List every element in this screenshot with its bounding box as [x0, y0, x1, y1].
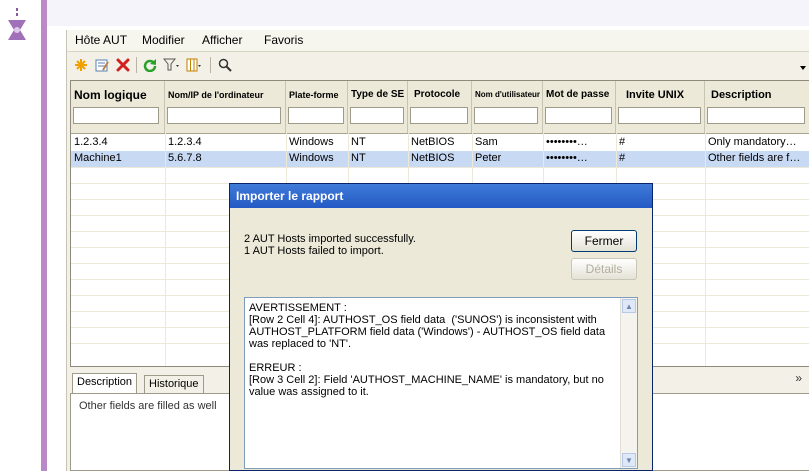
column-label: Mot de passe	[546, 89, 610, 100]
toolbar-separator	[210, 57, 211, 73]
menu-modifier[interactable]: Modifier	[142, 33, 185, 47]
toolbar-overflow-icon[interactable]	[800, 66, 806, 70]
search-icon[interactable]	[216, 56, 234, 74]
app-icon	[6, 8, 28, 42]
dialog-title-bar[interactable]: Importer le rapport	[230, 184, 652, 208]
column-mot-de-passe[interactable]: Mot de passe	[543, 81, 616, 133]
cell-protocole: NetBIOS	[411, 136, 455, 148]
table-row[interactable]: 1.2.3.4 1.2.3.4 Windows NT NetBIOS Sam •…	[71, 135, 809, 151]
filter-input[interactable]	[288, 107, 344, 124]
column-label: Nom d'utilisateur	[475, 90, 541, 99]
filter-input[interactable]	[73, 107, 159, 124]
table-row-selected[interactable]: Machine1 5.6.7.8 Windows NT NetBIOS Pete…	[71, 151, 809, 167]
header-strip	[47, 0, 809, 26]
import-report-dialog: Importer le rapport 2 AUT Hosts imported…	[229, 183, 653, 471]
filter-icon[interactable]	[162, 56, 180, 74]
cell-description: Other fields are f…	[708, 152, 801, 164]
column-invite-unix[interactable]: Invite UNIX	[616, 81, 705, 133]
grid-column-line	[705, 133, 706, 366]
cell-protocole: NetBIOS	[411, 152, 455, 164]
delete-x-icon[interactable]	[114, 56, 132, 74]
filter-input[interactable]	[707, 107, 805, 124]
column-label: Invite UNIX	[626, 89, 685, 101]
tab-description[interactable]: Description	[72, 373, 138, 393]
column-label: Protocole	[414, 89, 461, 100]
menu-hote-aut[interactable]: Hôte AUT	[75, 33, 127, 47]
cell-type-se: NT	[351, 152, 366, 164]
grid-line	[71, 167, 809, 168]
column-plate-forme[interactable]: Plate-forme	[286, 81, 348, 133]
details-button[interactable]: Détails	[571, 258, 637, 280]
cell-plate-forme: Windows	[289, 152, 334, 164]
cell-nom-logique: 1.2.3.4	[74, 136, 108, 148]
cell-utilisateur: Sam	[475, 136, 498, 148]
column-protocole[interactable]: Protocole	[408, 81, 472, 133]
column-label: Description	[711, 89, 772, 101]
column-nom-utilisateur[interactable]: Nom d'utilisateur	[472, 81, 543, 133]
menu-afficher[interactable]: Afficher	[202, 33, 242, 47]
column-label: Nom logique	[74, 88, 147, 102]
column-description[interactable]: Description	[705, 81, 809, 133]
cell-invite-unix: #	[619, 136, 626, 148]
description-text: Other fields are filled as well	[79, 400, 217, 412]
cell-utilisateur: Peter	[475, 152, 502, 164]
toolbar	[67, 52, 809, 78]
new-star-icon[interactable]	[72, 56, 90, 74]
filter-input[interactable]	[618, 107, 701, 124]
column-label: Nom/IP de l'ordinateur	[168, 90, 264, 100]
cell-nom-ip: 5.6.7.8	[168, 152, 202, 164]
cell-nom-ip: 1.2.3.4	[168, 136, 202, 148]
column-label: Type de SE	[351, 89, 405, 100]
accent-bar	[41, 0, 47, 471]
cell-nom-logique: Machine1	[74, 152, 122, 164]
edit-icon[interactable]	[93, 56, 111, 74]
log-scrollbar[interactable]: ▲ ▼	[620, 298, 637, 468]
cell-invite-unix: #	[619, 152, 626, 164]
cell-description: Only mandatory…	[708, 136, 797, 148]
filter-input[interactable]	[410, 107, 468, 124]
collapse-panel-icon[interactable]: »	[795, 371, 802, 385]
cell-type-se: NT	[351, 136, 366, 148]
refresh-icon[interactable]	[141, 56, 159, 74]
cell-plate-forme: Windows	[289, 136, 334, 148]
scroll-up-icon[interactable]: ▲	[622, 299, 636, 313]
dialog-title: Importer le rapport	[236, 189, 344, 203]
toolbar-separator	[136, 57, 137, 73]
import-log-text: AVERTISSEMENT : [Row 2 Cell 4]: AUTHOST_…	[249, 302, 606, 398]
menu-bar: Hôte AUT Modifier Afficher Favoris	[67, 30, 809, 52]
filter-input[interactable]	[350, 107, 404, 124]
close-button[interactable]: Fermer	[571, 230, 637, 252]
import-log-textarea[interactable]: AVERTISSEMENT : [Row 2 Cell 4]: AUTHOST_…	[244, 297, 638, 469]
grid-column-line	[165, 133, 166, 366]
filter-input[interactable]	[167, 107, 281, 124]
filter-input[interactable]	[474, 107, 538, 124]
column-nom-logique[interactable]: Nom logique	[71, 81, 165, 133]
grid-header: Nom logique Nom/IP de l'ordinateur Plate…	[71, 81, 809, 134]
filter-input[interactable]	[545, 107, 612, 124]
menu-favoris[interactable]: Favoris	[264, 33, 303, 47]
cell-mot-de-passe: ••••••••…	[546, 136, 588, 148]
column-label: Plate-forme	[289, 90, 339, 100]
import-success-message: 2 AUT Hosts imported successfully.	[244, 233, 416, 245]
scroll-down-icon[interactable]: ▼	[622, 453, 636, 467]
import-failure-message: 1 AUT Hosts failed to import.	[244, 245, 384, 257]
cell-mot-de-passe: ••••••••…	[546, 152, 588, 164]
columns-icon[interactable]	[185, 56, 203, 74]
column-type-de-se[interactable]: Type de SE	[348, 81, 408, 133]
tab-historique[interactable]: Historique	[144, 375, 204, 393]
column-nom-ip[interactable]: Nom/IP de l'ordinateur	[165, 81, 286, 133]
